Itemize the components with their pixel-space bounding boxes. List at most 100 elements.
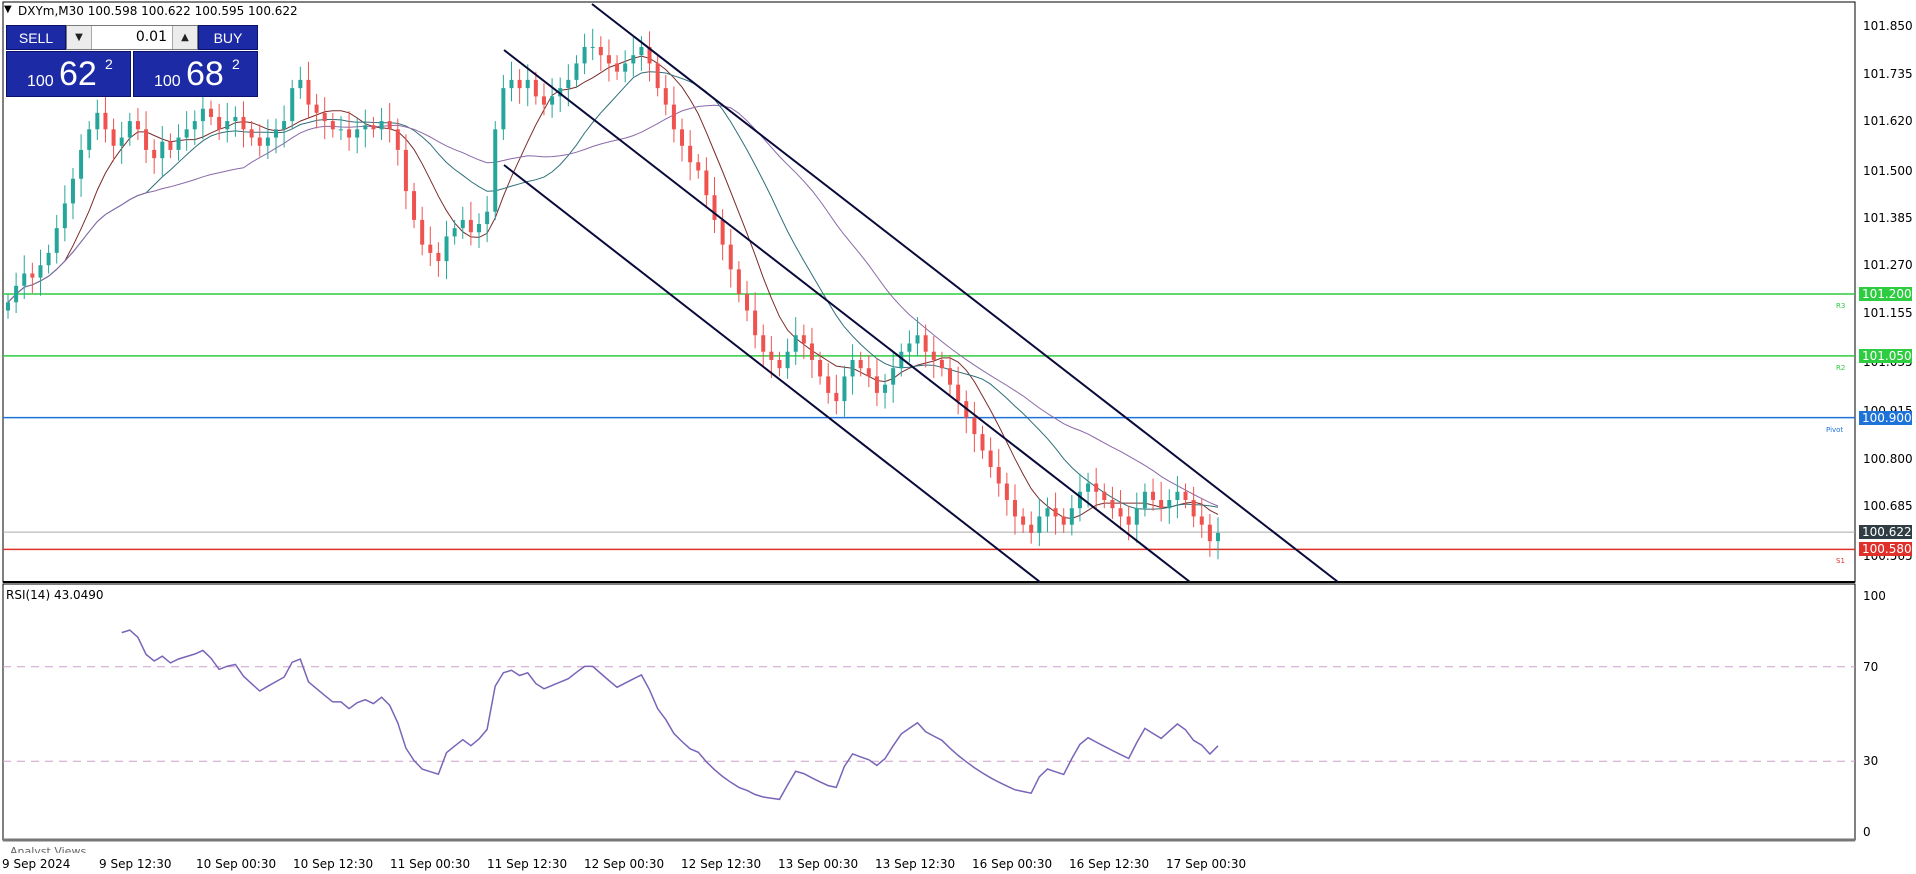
candle-body[interactable] [241,116,246,130]
candle-body[interactable] [347,129,352,138]
candle-body[interactable] [493,129,498,212]
candle-body[interactable] [785,351,790,369]
candle-body[interactable] [939,359,944,369]
candle-body[interactable] [192,121,197,130]
candle-body[interactable] [306,79,311,105]
candle-body[interactable] [119,137,124,146]
candle-body[interactable] [509,79,514,89]
candle-body[interactable] [1061,516,1066,525]
candle-body[interactable] [160,141,165,159]
candle-body[interactable] [1069,508,1074,525]
candle-body[interactable] [1183,491,1188,500]
candle-body[interactable] [233,116,238,122]
ask-price-button[interactable]: 100 68 2 [133,51,258,97]
candle-body[interactable] [1167,499,1172,509]
candle-body[interactable] [623,63,628,72]
candle-body[interactable] [972,417,977,435]
candle-body[interactable] [387,121,392,130]
candle-body[interactable] [874,376,879,393]
candle-body[interactable] [176,137,181,150]
chevron-up-icon[interactable]: ▲ [172,26,197,49]
candle-body[interactable] [144,129,149,150]
candle-body[interactable] [1151,491,1156,500]
candle-body[interactable] [891,368,896,385]
candle-body[interactable] [111,129,116,146]
candle-body[interactable] [1045,508,1050,517]
candle-body[interactable] [834,392,839,402]
candle-body[interactable] [1094,483,1099,492]
candle-body[interactable] [680,129,685,146]
candle-body[interactable] [38,265,43,278]
candle-body[interactable] [1012,499,1017,517]
candle-body[interactable] [728,244,733,270]
candle-body[interactable] [1216,532,1220,542]
candle-body[interactable] [761,335,766,352]
candle-body[interactable] [712,195,717,220]
candle-body[interactable] [1199,516,1204,525]
candle-body[interactable] [858,359,863,369]
candle-body[interactable] [485,211,490,225]
candle-body[interactable] [1191,499,1196,517]
candle-body[interactable] [168,141,173,150]
moving-average-line-3[interactable] [7,104,1219,507]
candle-body[interactable] [809,343,814,360]
candle-body[interactable] [533,79,538,97]
candle-body[interactable] [793,335,798,352]
candle-body[interactable] [257,137,262,146]
candle-body[interactable] [688,145,693,163]
candle-body[interactable] [931,351,936,360]
candle-body[interactable] [371,125,376,130]
candle-body[interactable] [550,96,555,105]
candle-body[interactable] [818,359,823,377]
candle-body[interactable] [1207,524,1212,542]
candle-body[interactable] [598,46,603,56]
candle-body[interactable] [290,88,295,122]
candle-body[interactable] [22,273,27,286]
channel-middle-line[interactable] [503,49,1191,583]
candle-body[interactable] [1175,491,1180,500]
candle-body[interactable] [655,63,660,89]
candle-body[interactable] [1159,499,1164,509]
candle-body[interactable] [923,335,928,352]
candle-body[interactable] [30,273,35,278]
candle-body[interactable] [850,359,855,377]
candle-body[interactable] [525,79,530,89]
candle-body[interactable] [631,55,636,64]
candle-body[interactable] [769,351,774,360]
candle-body[interactable] [996,467,1001,484]
candle-body[interactable] [127,121,132,138]
candle-body[interactable] [436,252,441,262]
chevron-down-icon[interactable]: ▼ [67,26,92,49]
candle-body[interactable] [566,79,571,89]
candle-body[interactable] [696,162,701,171]
candle-body[interactable] [606,55,611,64]
candle-body[interactable] [468,219,473,233]
candle-body[interactable] [671,104,676,130]
candle-body[interactable] [322,112,327,122]
candle-body[interactable] [956,384,961,402]
candle-body[interactable] [574,63,579,80]
candle-body[interactable] [200,108,205,122]
candle-body[interactable] [135,121,140,130]
sell-button[interactable]: SELL [6,25,66,50]
candle-body[interactable] [249,129,254,138]
moving-average-line-2[interactable] [7,71,1219,510]
candle-body[interactable] [95,112,100,130]
candle-body[interactable] [355,129,360,138]
candle-body[interactable] [1086,483,1091,492]
candle-body[interactable] [826,376,831,393]
candle-body[interactable] [915,335,920,344]
candle-body[interactable] [1037,516,1042,533]
candle-body[interactable] [217,116,222,130]
candle-body[interactable] [1134,508,1139,525]
candle-body[interactable] [225,121,230,130]
candle-body[interactable] [477,224,482,233]
candle-body[interactable] [363,125,368,130]
candle-body[interactable] [379,121,384,130]
candle-body[interactable] [412,191,417,220]
candle-body[interactable] [444,236,449,262]
channel-lower-line[interactable] [503,164,1041,583]
candle-body[interactable] [298,79,303,89]
candle-body[interactable] [744,294,749,311]
candle-body[interactable] [1118,508,1123,517]
